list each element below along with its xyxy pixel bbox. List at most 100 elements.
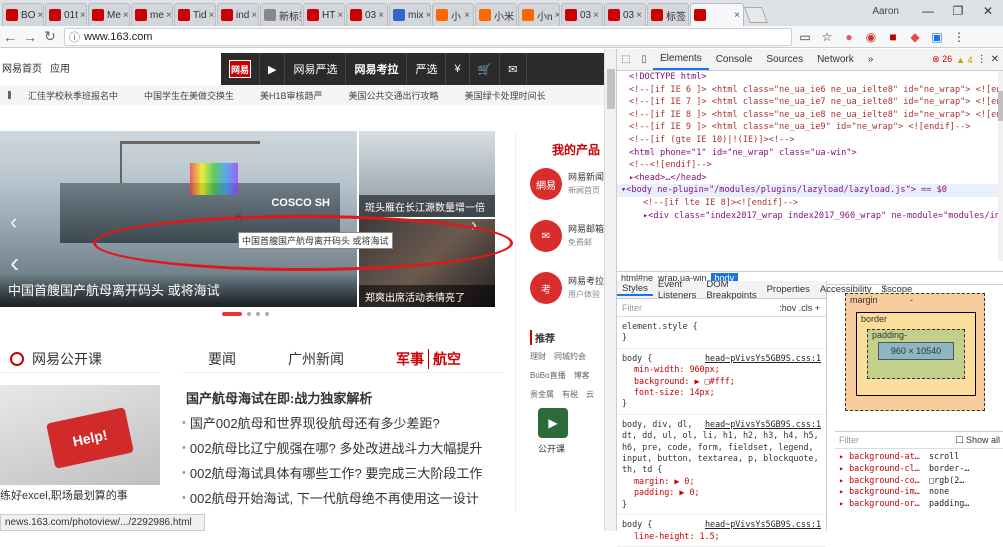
rec-link[interactable]: 同城约会 — [554, 351, 586, 362]
apps-link[interactable]: 应用 — [50, 60, 70, 75]
ticker-link[interactable]: 中国学生在美做交换生 — [144, 89, 234, 102]
devtools-menu-icon[interactable]: ⋮ — [977, 54, 987, 65]
product-item[interactable]: ✉ 网易邮箱 免费邮 — [516, 210, 604, 262]
tab-close-icon[interactable]: × — [376, 10, 384, 21]
browser-tab[interactable]: 03 × — [346, 3, 388, 26]
browser-tab[interactable]: 小n × — [518, 3, 560, 26]
carousel-dot[interactable] — [247, 312, 251, 316]
news-item[interactable]: 国产航母海试在即:战力独家解析 — [182, 385, 502, 410]
browser-tab[interactable]: 01t × — [45, 3, 87, 26]
dom-node[interactable]: ▸<head>…</head> — [629, 172, 1003, 185]
carousel-dot[interactable] — [222, 312, 242, 316]
css-property[interactable]: min-width: 960px; — [622, 364, 821, 375]
news-item[interactable]: 002航母海试具体有哪些工作? 要完成三大阶段工作 — [182, 460, 502, 485]
browser-tab[interactable]: HT × — [303, 3, 345, 26]
rec-link[interactable]: BoBo直播 — [530, 370, 566, 381]
product-item[interactable]: 考网易考拉 用户体验 — [516, 262, 604, 314]
nav-yanxuan[interactable]: 网易严选 — [285, 53, 347, 85]
computed-filter[interactable]: Filter ☐ Show all — [835, 431, 1003, 449]
dom-node[interactable]: <!--[if IE 6 ]> <html class="ne_ua_ie6 n… — [629, 84, 1003, 97]
dom-node[interactable]: <!--[if IE 8 ]> <html class="ne_ua_ie8 n… — [629, 109, 1003, 122]
tab-elements[interactable]: Elements — [653, 49, 709, 70]
cart-icon[interactable]: 🛒 — [470, 53, 501, 85]
dom-node[interactable]: <!--[if IE 9 ]> <html class="ne_ua_ie9" … — [629, 121, 1003, 134]
browser-tab[interactable]: ind × — [217, 3, 259, 26]
tab-close-icon[interactable]: × — [462, 10, 470, 21]
open-course-app-icon[interactable]: ▶ — [538, 408, 568, 438]
computed-row[interactable]: ▸ background-im… none — [839, 486, 1003, 498]
tab-close-icon[interactable]: × — [121, 10, 129, 21]
css-source-link[interactable]: head~pVivsYs5GB9S.css:1 — [705, 353, 821, 364]
news-item[interactable]: 国产002航母和世界现役航母还有多少差距? — [182, 410, 502, 435]
tab-aviation[interactable]: 航空 — [428, 348, 487, 369]
cast-icon[interactable]: ▭ — [796, 30, 814, 44]
dom-node[interactable]: <!--[if (gte IE 10)|!(IE)]><!--> — [629, 134, 1003, 147]
browser-tab[interactable]: 03 × — [561, 3, 603, 26]
css-property[interactable]: font-size: 14px; — [622, 387, 821, 398]
news-item[interactable]: 002航母开始海试, 下一代航母绝不再使用这一设计 — [182, 485, 502, 510]
tab-close-icon[interactable]: × — [591, 10, 599, 21]
styles-subtab[interactable]: Properties — [762, 284, 815, 295]
tab-guangzhou[interactable]: 广州新闻 — [262, 349, 370, 369]
warning-count[interactable]: ▲ 4 — [956, 55, 972, 65]
mail-icon[interactable]: ✉ — [500, 53, 527, 85]
rec-link[interactable]: 有税 — [562, 389, 578, 400]
help-key-image[interactable]: Help! — [0, 385, 160, 485]
close-window-button[interactable]: ✕ — [973, 4, 1003, 18]
css-rule[interactable]: head~pVivsYs5GB9S.css:1 body, div, dl, dt… — [617, 415, 826, 516]
tab-headlines[interactable]: 要闻 — [182, 349, 262, 369]
url-bar[interactable]: ⓘ www.163.com — [64, 27, 792, 46]
tab-close-icon[interactable]: × — [78, 10, 86, 21]
box-border[interactable]: border padding- 960 × 10540 — [856, 312, 976, 396]
tab-console[interactable]: Console — [709, 49, 760, 70]
tab-close-icon[interactable]: × — [335, 10, 343, 21]
tab-close-icon[interactable]: × — [164, 10, 172, 21]
browser-tab[interactable]: 03 × — [604, 3, 646, 26]
ticker-link[interactable]: 汇佳学校秋季班报名中 — [28, 89, 118, 102]
css-rule[interactable]: head~pVivsYs5GB9S.css:1 body {line-height… — [617, 515, 826, 547]
device-icon[interactable]: ▯ — [635, 54, 653, 65]
open-course-header[interactable]: 网易公开课 — [0, 345, 160, 373]
browser-tab[interactable]: 小 × — [432, 3, 474, 26]
money-icon[interactable]: ¥ — [446, 53, 470, 85]
dom-node[interactable]: <!--[if lte IE 8]><![endif]--> — [629, 197, 1003, 210]
scroll-thumb[interactable] — [607, 69, 615, 109]
browser-tab[interactable]: Me × — [88, 3, 130, 26]
carousel-caption[interactable]: 中国首艘国产航母离开码头 或将海试 — [0, 273, 357, 307]
side-photo-1[interactable]: 斑头雁在长江源数量增一倍 — [359, 131, 495, 217]
css-property[interactable]: padding: ▶ 0; — [622, 487, 821, 498]
box-margin[interactable]: margin - border padding- 960 × 10540 — [845, 293, 985, 411]
carousel-dot[interactable] — [265, 312, 269, 316]
browser-tab[interactable]: me × — [131, 3, 173, 26]
tab-close-icon[interactable]: × — [249, 10, 257, 21]
video-icon[interactable]: ▶ — [260, 53, 286, 85]
dom-node[interactable]: ▸<div class="index2017_wrap index2017_96… — [629, 210, 1003, 223]
extension-icon-4[interactable]: ◆ — [906, 30, 924, 44]
browser-tab[interactable]: Tid × — [174, 3, 216, 26]
computed-row[interactable]: ▸ background-or… padding… — [839, 498, 1003, 510]
dom-scrollbar[interactable] — [998, 71, 1003, 261]
devtools-close-icon[interactable]: ✕ — [991, 54, 999, 65]
tab-network[interactable]: Network — [810, 49, 861, 70]
help-image-caption[interactable]: 练好excel,职场最划算的事 — [0, 487, 128, 503]
rec-link[interactable]: 博客 — [574, 370, 590, 381]
dom-node[interactable]: ▾<body ne-plugin="/modules/plugins/lazyl… — [617, 184, 1003, 197]
error-count[interactable]: ⊗ 26 — [932, 54, 952, 65]
carousel-dot[interactable] — [256, 312, 260, 316]
styles-subtab[interactable]: Styles — [617, 283, 653, 296]
nav-kaola[interactable]: 网易考拉 — [346, 53, 408, 85]
css-property[interactable]: } — [622, 499, 821, 510]
dom-scroll-thumb[interactable] — [998, 91, 1003, 121]
css-source-link[interactable]: head~pVivsYs5GB9S.css:1 — [705, 519, 821, 530]
rec-link[interactable]: 贵金属 — [530, 389, 554, 400]
product-item[interactable]: 網易 网易新闻 新闻首页 — [516, 158, 604, 210]
profile-name[interactable]: Aaron — [872, 6, 899, 17]
tab-close-icon[interactable]: × — [35, 10, 43, 21]
extension-icon-3[interactable]: ■ — [884, 30, 902, 44]
more-tabs-icon[interactable]: » — [861, 49, 881, 70]
styles-subtab[interactable]: Event Listeners — [653, 279, 702, 301]
dom-node[interactable]: <html phone="1" id="ne_wrap" class="ua-w… — [629, 147, 1003, 160]
side-photo-1-caption[interactable]: 斑头雁在长江源数量增一倍 — [359, 195, 495, 217]
info-icon[interactable]: ⓘ — [69, 29, 80, 45]
maximize-button[interactable]: ❐ — [943, 4, 973, 18]
